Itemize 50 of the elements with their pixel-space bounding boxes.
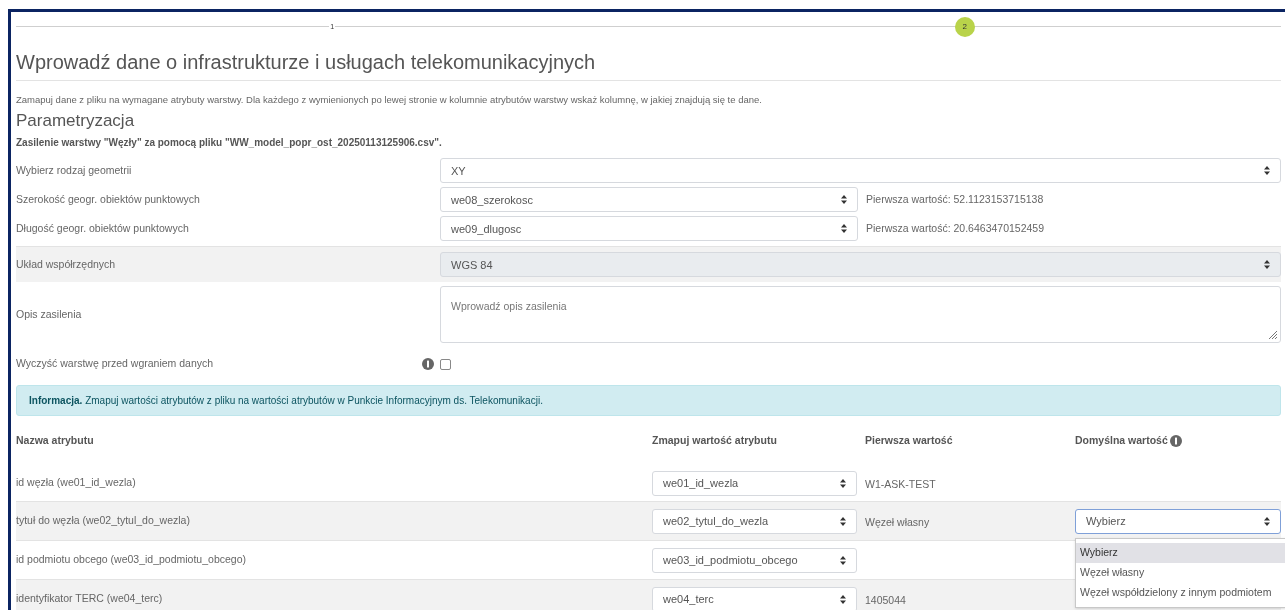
- info-alert: Informacja. Zmapuj wartości atrybutów z pliku na wartości atrybutów w Punkcie Informacyjnym ds. Telekomunikacji.: [16, 385, 1281, 416]
- page-title: Wprowadź dane o infrastrukturze i usługach telekomunikacyjnych: [16, 48, 1281, 81]
- sort-arrows-icon: [1264, 260, 1270, 270]
- attribute-name: identyfikator TERC (we04_terc): [16, 591, 164, 607]
- select-field[interactable]: we04_terc: [652, 586, 857, 610]
- first-value-hint: Pierwsza wartość: 52.1123153715138: [866, 191, 1044, 207]
- field-label: Długość geogr. obiektów punktowych: [16, 220, 190, 236]
- dropdown-option[interactable]: Wybierz: [1076, 542, 1285, 563]
- select-field[interactable]: we09_dlugosc: [440, 216, 858, 242]
- sort-arrows-icon: [1264, 516, 1270, 526]
- sort-arrows-icon: [840, 594, 846, 604]
- description-textarea[interactable]: Wprowadź opis zasilenia: [440, 286, 1281, 344]
- sort-arrows-icon: [840, 555, 846, 565]
- sort-arrows-icon: [1264, 166, 1270, 176]
- source-note: Zasilenie warstwy "Węzły" za pomocą pliku "WW_model_popr_ost_20250113125906.csv".: [16, 136, 443, 151]
- field-label: Układ współrzędnych: [16, 256, 117, 272]
- first-value: 1405044: [865, 594, 906, 606]
- dropdown-option[interactable]: Węzeł własny: [1076, 562, 1285, 583]
- attribute-name: id węzła (we01_id_wezla): [16, 475, 137, 491]
- intro-text: Zamapuj dane z pliku na wymagane atrybuty warstwy. Dla każdego z wymienionych po lewej stronie w kolumnie atrybutów warstwy wskaż kolumnę, w jakiej znajdują się te dane.: [16, 93, 763, 107]
- attribute-name: tytuł do węzła (we02_tytul_do_wezla): [16, 513, 191, 529]
- sort-arrows-icon: [841, 195, 847, 205]
- select-field[interactable]: we01_id_wezla: [652, 470, 857, 496]
- resize-handle-icon[interactable]: [1268, 330, 1278, 341]
- sort-arrows-icon: [840, 478, 846, 488]
- first-value: W1-ASK-TEST: [865, 478, 936, 490]
- step-indicator[interactable]: 2: [954, 17, 975, 37]
- field-label: Opis zasilenia: [16, 306, 83, 322]
- select-field[interactable]: XY: [440, 158, 1281, 184]
- sort-arrows-icon: [840, 516, 846, 526]
- select-field[interactable]: we02_tytul_do_wezla: [652, 508, 857, 534]
- first-value-hint: Pierwsza wartość: 20.6463470152459: [866, 220, 1045, 236]
- first-value: Węzeł własny: [865, 516, 930, 528]
- attribute-name: id podmiotu obcego (we03_id_podmiotu_obcego): [16, 552, 247, 568]
- field-label: Wybierz rodzaj geometrii: [16, 162, 133, 178]
- field-label: Szerokość geogr. obiektów punktowych: [16, 191, 201, 207]
- dropdown-option[interactable]: Węzeł współdzielony z innym podmiotem: [1076, 582, 1285, 603]
- select-field[interactable]: we08_szerokosc: [440, 187, 858, 213]
- section-title: Parametryzacja: [16, 110, 136, 133]
- select-field[interactable]: Wybierz: [1075, 508, 1281, 534]
- column-header: Zmapuj wartość atrybutu: [652, 432, 777, 448]
- column-header: Domyślna wartość: [1075, 432, 1168, 448]
- info-icon[interactable]: [1169, 434, 1182, 447]
- info-icon[interactable]: [422, 358, 434, 371]
- checkbox[interactable]: [440, 358, 451, 370]
- select-field[interactable]: we03_id_podmiotu_obcego: [652, 547, 857, 573]
- field-label: Wyczyść warstwę przed wgraniem danych: [16, 356, 214, 372]
- column-header: Pierwsza wartość: [865, 432, 953, 448]
- sort-arrows-icon: [841, 224, 847, 234]
- column-header: Nazwa atrybutu: [16, 432, 94, 448]
